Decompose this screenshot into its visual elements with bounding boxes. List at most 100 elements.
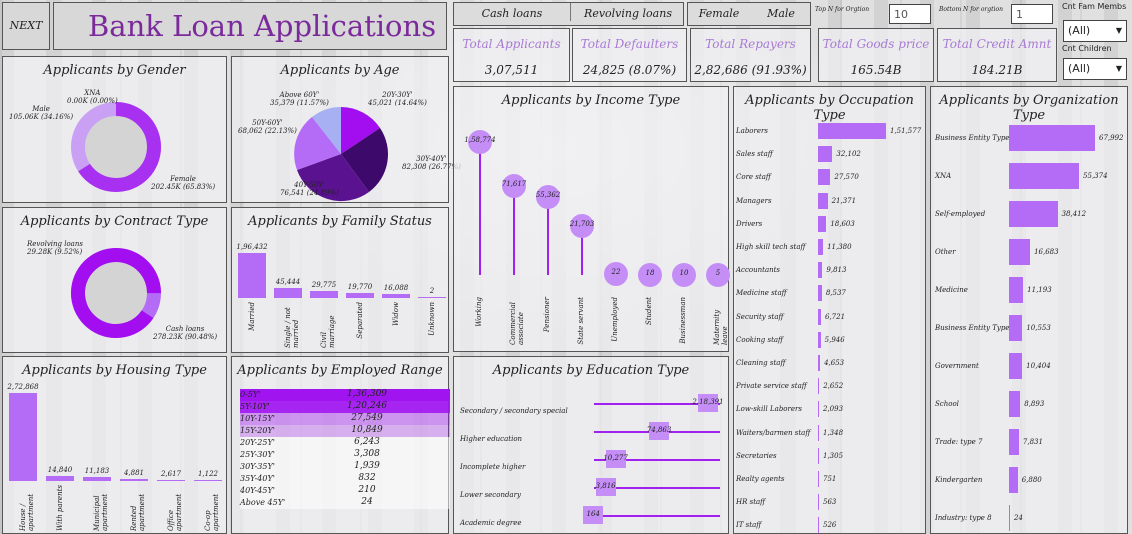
bar — [818, 494, 819, 511]
page-title-panel: Bank Loan Applications — [53, 2, 447, 50]
topn-label: Top N for Orgtion — [815, 6, 870, 13]
category-label: Managers — [736, 196, 772, 205]
category-label: Government — [935, 362, 979, 370]
category-label: Civil marriage — [320, 315, 336, 348]
range-value: 1,36,309 — [346, 389, 388, 399]
category-label: Married — [248, 302, 256, 331]
category-label: Drivers — [736, 219, 763, 228]
data-label: 164 — [586, 510, 600, 518]
category-label: Medicine — [935, 286, 968, 294]
category-label: Secondary / secondary special — [460, 407, 568, 415]
age-panel: Applicants by Age Above 60Y' 35,379 (11.… — [231, 56, 461, 203]
topn-input[interactable]: 10 — [889, 4, 931, 24]
children-select[interactable]: (All) ▼ — [1063, 58, 1127, 80]
female-button[interactable]: Female — [688, 7, 750, 20]
employed-row: 10Y-15Y' 27,549 — [240, 413, 450, 425]
bar — [382, 294, 410, 298]
data-label: 10,553 — [1026, 324, 1051, 332]
employed-row: 0-5Y' 1,36,309 — [240, 389, 450, 401]
kpi-total-defaulters: Total Defaulters 24,825 (8.07%) — [572, 28, 687, 82]
bottomn-input[interactable]: 1 — [1011, 4, 1053, 24]
category-label: Business Entity Type 2 — [935, 324, 1017, 332]
category-label: Lower secondary — [460, 491, 521, 499]
data-label: 751 — [823, 475, 837, 483]
category-label: Cleaning staff — [736, 359, 786, 367]
cash-loans-button[interactable]: Cash loans — [454, 7, 570, 20]
category-label: Academic degree — [460, 519, 522, 527]
bar — [818, 146, 833, 163]
data-label: 5,946 — [824, 335, 845, 344]
category-label: Accountants — [736, 266, 781, 275]
employed-range-panel: Applicants by Employed Range 0-5Y' 1,36,3… — [231, 356, 450, 534]
children-label: Cnt Children — [1062, 44, 1112, 53]
bottomn-label: Bottom N for orgtion — [939, 6, 1003, 13]
category-label: Unknown — [428, 302, 436, 336]
data-label: 16,683 — [1034, 248, 1059, 256]
category-label: Medicine staff — [736, 289, 787, 298]
bar — [1009, 391, 1021, 417]
employed-row: 30Y-35Y' 1,939 — [240, 461, 450, 473]
data-label: 11,380 — [827, 243, 852, 251]
contract-filter: Cash loans Revolving loans — [453, 2, 684, 26]
stem — [513, 185, 515, 275]
bar — [818, 424, 819, 441]
category-label: IT staff — [736, 521, 762, 530]
category-label: Rented apartment — [130, 493, 146, 531]
data-label: 1,96,432 — [236, 243, 268, 251]
data-label: 2 — [429, 287, 435, 295]
category-label: Higher education — [460, 435, 523, 443]
range-label: Above 45Y' — [240, 498, 286, 507]
bar — [1009, 163, 1080, 189]
data-label: 1,122 — [197, 470, 219, 478]
category-label: Student — [645, 297, 653, 326]
employed-row: 25Y-30Y' 3,308 — [240, 449, 450, 461]
range-value: 27,549 — [351, 413, 383, 423]
data-label: 18,603 — [830, 219, 855, 228]
chevron-down-icon: ▼ — [1115, 26, 1122, 35]
next-button[interactable]: NEXT — [2, 2, 50, 50]
range-label: 20Y-25Y' — [240, 438, 275, 447]
revolving-loans-button[interactable]: Revolving loans — [570, 3, 685, 21]
bar — [818, 192, 828, 209]
data-label: 1,348 — [823, 428, 844, 437]
data-label: 21,703 — [569, 220, 595, 229]
range-value: 1,939 — [354, 461, 380, 471]
data-label: 4,881 — [123, 469, 145, 478]
category-label: Working — [475, 297, 483, 327]
data-label: 563 — [823, 498, 837, 507]
male-button[interactable]: Male — [750, 7, 812, 20]
bar — [1009, 239, 1031, 265]
lollipop-line — [594, 515, 720, 517]
data-label: 3,816 — [595, 482, 616, 490]
category-label: Trade: type 7 — [935, 438, 983, 446]
data-label: 1,51,577 — [890, 127, 922, 135]
category-label: Single / not married — [284, 307, 300, 348]
data-label: 38,412 — [1061, 210, 1087, 218]
category-label: Other — [935, 248, 956, 256]
family-status-panel: Applicants by Family Status 1,96,432 Marr… — [231, 207, 449, 353]
data-label: 74,863 — [646, 426, 672, 434]
category-label: Separated — [356, 302, 364, 339]
data-label: 10,404 — [1026, 362, 1051, 370]
data-label: 67,992 — [1099, 134, 1124, 142]
bar — [818, 517, 819, 534]
category-label: Unemployed — [611, 297, 619, 342]
data-label: 8,893 — [1024, 400, 1045, 408]
housing-panel: Applicants by Housing Type 2,72,868 House… — [2, 356, 227, 534]
bar — [346, 293, 374, 298]
category-label: Commercial associate — [509, 302, 525, 345]
income-panel: Applicants by Income Type 1,58,774 Workin… — [453, 86, 730, 352]
bar — [157, 480, 185, 481]
category-label: Incomplete higher — [460, 463, 526, 471]
data-label: 19,770 — [347, 283, 373, 292]
data-label: 2,093 — [823, 405, 844, 414]
data-label: 9,813 — [826, 266, 847, 275]
data-label: 7,831 — [1022, 438, 1043, 446]
organization-panel: Applicants by Organization Type Business… — [930, 86, 1128, 534]
bar — [818, 215, 827, 232]
employed-row: Above 45Y' 24 — [240, 497, 450, 509]
fam-members-select[interactable]: (All) ▼ — [1063, 20, 1127, 42]
bar — [274, 287, 302, 298]
contract-panel: Applicants by Contract Type Revolving lo… — [2, 207, 227, 353]
data-label: 29,775 — [311, 281, 337, 290]
